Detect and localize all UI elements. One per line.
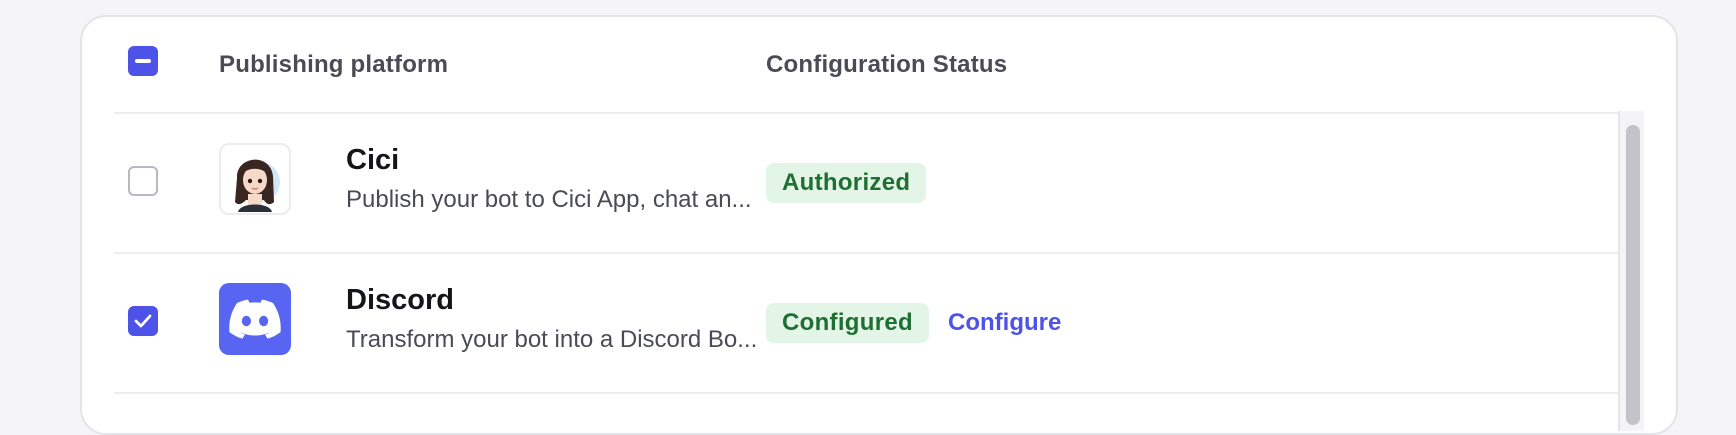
scrollbar-thumb[interactable] [1626,125,1640,425]
row-divider [114,392,1644,394]
table-header: Publishing platform Configuration Status [82,17,1676,112]
indeterminate-icon [135,59,151,63]
publish-platform-table: Publishing platform Configuration Status… [80,15,1678,435]
cici-logo [219,143,291,215]
platform-name: Cici [346,144,400,176]
column-header-status: Configuration Status [766,51,1008,78]
platform-name: Discord [346,284,454,316]
row-checkbox-discord[interactable] [128,306,158,336]
select-all-checkbox[interactable] [128,46,158,76]
row-checkbox-cici[interactable] [128,166,158,196]
table-row: Cici Publish your bot to Cici App, chat … [82,114,1676,252]
discord-icon [229,299,281,339]
discord-logo [219,283,291,355]
checkmark-icon [134,314,152,328]
platform-description: Transform your bot into a Discord Bo... [346,326,758,353]
configure-link[interactable]: Configure [948,309,1061,337]
platform-description: Publish your bot to Cici App, chat an... [346,186,752,213]
table-row: Discord Transform your bot into a Discor… [82,254,1676,392]
column-header-platform: Publishing platform [219,51,449,78]
cici-avatar-icon [235,159,280,212]
status-badge: Authorized [766,163,927,203]
status-badge: Configured [766,303,929,343]
scrollbar-track[interactable] [1618,111,1644,431]
